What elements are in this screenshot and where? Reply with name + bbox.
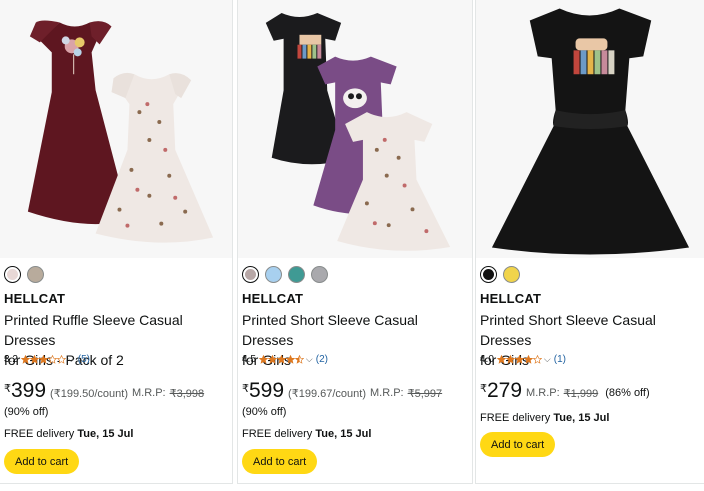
star-icon <box>258 355 268 364</box>
price-value[interactable]: 279 <box>487 380 522 402</box>
product-card-3[interactable]: HELLCAT Printed Short Sleeve Casual Dres… <box>475 0 704 484</box>
mrp-label: M.R.P: <box>131 387 166 399</box>
chevron-down-icon[interactable]: ⌵ <box>68 354 75 365</box>
rating-value: 4.0 <box>480 354 494 365</box>
rating-row: 4.0 ⌵ (1) <box>480 354 566 365</box>
mrp-label: M.R.P: <box>369 387 404 399</box>
star-icon <box>532 355 542 364</box>
currency-symbol: ₹ <box>242 383 249 395</box>
title-line-1[interactable]: Printed Short Sleeve Casual Dresses <box>242 312 418 348</box>
delivery-info: FREE delivery Tue, 15 Jul <box>242 428 371 440</box>
color-swatches <box>480 266 520 283</box>
star-icon <box>29 355 39 364</box>
brand-name: HELLCAT <box>242 291 304 306</box>
price-row: ₹ 279 M.R.P: ₹1,999 (86% off) <box>480 380 650 402</box>
title-line-1[interactable]: Printed Ruffle Sleeve Casual Dresses <box>4 312 183 348</box>
product-card-2[interactable]: HELLCAT Printed Short Sleeve Casual Dres… <box>237 0 473 484</box>
title-line-1[interactable]: Printed Short Sleeve Casual Dresses <box>480 312 656 348</box>
swatch-color[interactable] <box>503 266 520 283</box>
rating-value: 3.2 <box>4 354 18 365</box>
star-rating-icon[interactable] <box>496 355 542 364</box>
delivery-prefix: FREE delivery <box>242 428 313 440</box>
brand-name: HELLCAT <box>480 291 542 306</box>
price-value[interactable]: 399 <box>11 380 46 402</box>
price-row: ₹ 399 (₹199.50/count) M.R.P: ₹3,998 <box>4 380 204 402</box>
unit-price: (₹199.50/count) <box>50 388 128 400</box>
review-count-link[interactable]: (1) <box>554 354 566 365</box>
delivery-info: FREE delivery Tue, 15 Jul <box>480 412 609 424</box>
delivery-prefix: FREE delivery <box>480 412 551 424</box>
currency-symbol: ₹ <box>4 383 11 395</box>
product-image[interactable] <box>476 0 704 258</box>
delivery-date: Tue, 15 Jul <box>77 428 134 440</box>
rating-row: 3.2 ⌵ (5) <box>4 354 90 365</box>
brand-name: HELLCAT <box>4 291 66 306</box>
discount-text: (90% off) <box>4 406 49 418</box>
star-icon <box>47 355 57 364</box>
rating-value: 4.5 <box>242 354 256 365</box>
star-rating-icon[interactable] <box>20 355 66 364</box>
review-count-link[interactable]: (5) <box>78 354 90 365</box>
mrp-value: ₹5,997 <box>407 388 443 400</box>
discount-text: (90% off) <box>242 406 287 418</box>
product-card-1[interactable]: HELLCAT Printed Ruffle Sleeve Casual Dre… <box>0 0 233 484</box>
color-swatches <box>242 266 328 283</box>
delivery-date: Tue, 15 Jul <box>315 428 372 440</box>
add-to-cart-button[interactable]: Add to cart <box>480 432 556 457</box>
delivery-info: FREE delivery Tue, 15 Jul <box>4 428 133 440</box>
price-row: ₹ 599 (₹199.67/count) M.R.P: ₹5,997 <box>242 380 442 402</box>
product-image[interactable] <box>0 0 232 258</box>
dress-trio-illustration <box>265 12 451 251</box>
currency-symbol: ₹ <box>480 383 487 395</box>
star-icon <box>496 355 506 364</box>
discount-text: (86% off) <box>605 387 650 399</box>
price-value[interactable]: 599 <box>249 380 284 402</box>
review-count-link[interactable]: (2) <box>316 354 328 365</box>
star-icon <box>56 355 66 364</box>
swatch-color[interactable] <box>311 266 328 283</box>
star-icon <box>38 355 48 364</box>
chevron-down-icon[interactable]: ⌵ <box>544 354 551 365</box>
delivery-prefix: FREE delivery <box>4 428 75 440</box>
swatch-color[interactable] <box>4 266 21 283</box>
star-icon <box>294 355 304 364</box>
star-rating-icon[interactable] <box>258 355 304 364</box>
swatch-color[interactable] <box>242 266 259 283</box>
dress-pair-illustration <box>27 20 214 243</box>
add-to-cart-button[interactable]: Add to cart <box>242 449 318 474</box>
swatch-color[interactable] <box>288 266 305 283</box>
star-icon <box>514 355 524 364</box>
chevron-down-icon[interactable]: ⌵ <box>306 354 313 365</box>
swatch-color[interactable] <box>480 266 497 283</box>
star-icon <box>20 355 30 364</box>
star-icon <box>523 355 533 364</box>
star-icon <box>267 355 277 364</box>
mrp-value: ₹1,999 <box>563 388 599 400</box>
star-icon <box>276 355 286 364</box>
swatch-color[interactable] <box>265 266 282 283</box>
black-dress-illustration <box>491 8 690 255</box>
rating-row: 4.5 ⌵ (2) <box>242 354 328 365</box>
add-to-cart-button[interactable]: Add to cart <box>4 449 80 474</box>
delivery-date: Tue, 15 Jul <box>553 412 610 424</box>
star-icon <box>285 355 295 364</box>
mrp-label: M.R.P: <box>526 387 560 399</box>
unit-price: (₹199.67/count) <box>288 388 366 400</box>
product-image[interactable] <box>238 0 472 258</box>
swatch-color[interactable] <box>27 266 44 283</box>
color-swatches <box>4 266 44 283</box>
star-icon <box>505 355 515 364</box>
mrp-value: ₹3,998 <box>169 388 205 400</box>
